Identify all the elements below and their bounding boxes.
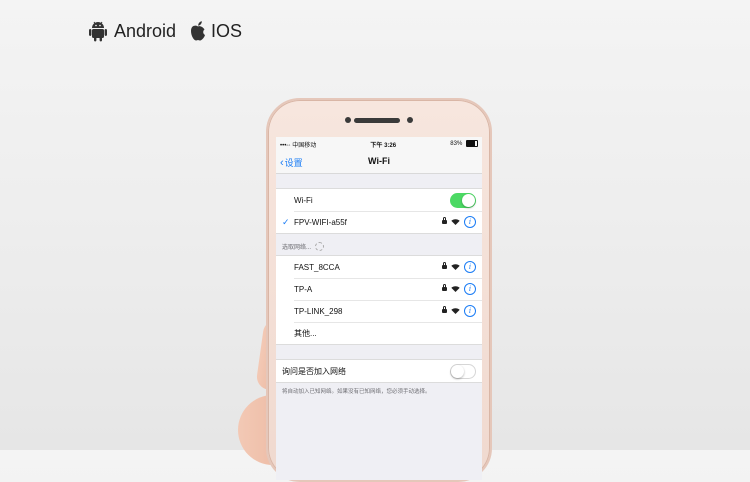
android-item: Android bbox=[88, 20, 176, 42]
wifi-signal-icon bbox=[451, 264, 460, 270]
ask-to-join-label: 询问是否加入网络 bbox=[282, 366, 346, 376]
info-icon[interactable]: i bbox=[464, 283, 476, 295]
choose-network-header: 选取网络... bbox=[276, 234, 482, 255]
android-label: Android bbox=[114, 20, 177, 41]
ask-to-join-group: 询问是否加入网络 bbox=[276, 359, 482, 383]
network-name: TP-LINK_298 bbox=[294, 306, 343, 316]
nav-bar: ‹ 设置 Wi-Fi bbox=[276, 151, 482, 174]
checkmark-icon: ✓ bbox=[282, 216, 290, 227]
ask-to-join-toggle[interactable] bbox=[450, 363, 476, 379]
info-icon[interactable]: i bbox=[464, 305, 476, 317]
front-camera bbox=[345, 117, 351, 123]
connected-network-name: FPV-WIFI-a55f bbox=[294, 217, 347, 227]
wifi-signal-icon bbox=[451, 219, 460, 225]
earpiece-speaker bbox=[354, 118, 400, 123]
ask-to-join-footnote: 将自动加入已知网络。如果没有已知网络，您必须手动选择。 bbox=[282, 389, 431, 395]
network-list: FAST_8CCA i TP-A i TP-LINK_298 i 其他... bbox=[276, 255, 482, 345]
wifi-group: Wi-Fi ✓ FPV-WIFI-a55f i bbox=[276, 188, 482, 234]
network-name: FAST_8CCA bbox=[294, 262, 340, 272]
carrier-signal: •••◦◦ 中国移动 bbox=[280, 142, 317, 149]
loading-spinner-icon bbox=[315, 242, 325, 251]
proximity-sensor bbox=[407, 117, 413, 123]
info-icon[interactable]: i bbox=[464, 216, 476, 228]
platform-labels: Android IOS bbox=[88, 20, 254, 42]
ios-label: IOS bbox=[211, 20, 243, 41]
wifi-toggle-row: Wi-Fi bbox=[276, 189, 482, 211]
ios-item: IOS bbox=[188, 20, 242, 42]
network-row[interactable]: TP-A i bbox=[276, 278, 482, 300]
phone-screen: •••◦◦ 中国移动 下午 3:26 83% ‹ 设置 Wi-Fi Wi-Fi … bbox=[276, 137, 482, 480]
choose-network-label: 选取网络... bbox=[282, 245, 312, 251]
network-row[interactable]: TP-LINK_298 i bbox=[276, 300, 482, 322]
info-icon[interactable]: i bbox=[464, 261, 476, 273]
connected-network-row[interactable]: ✓ FPV-WIFI-a55f i bbox=[276, 211, 482, 233]
android-robot-icon bbox=[89, 21, 107, 42]
wifi-toggle[interactable] bbox=[450, 192, 476, 208]
apple-icon bbox=[191, 21, 206, 41]
wifi-signal-icon bbox=[451, 308, 460, 314]
page-title: Wi-Fi bbox=[368, 156, 390, 166]
lock-icon bbox=[442, 284, 447, 291]
wifi-signal-icon bbox=[451, 286, 460, 292]
network-name: TP-A bbox=[294, 284, 313, 294]
battery-indicator: 83% bbox=[450, 140, 478, 148]
lock-icon bbox=[442, 217, 447, 224]
network-row[interactable]: FAST_8CCA i bbox=[276, 256, 482, 278]
lock-icon bbox=[442, 306, 447, 313]
other-network-label: 其他... bbox=[294, 328, 317, 338]
wifi-toggle-label: Wi-Fi bbox=[294, 195, 313, 205]
status-time: 下午 3:26 bbox=[370, 142, 397, 149]
toggle-knob bbox=[462, 193, 475, 207]
ask-to-join-row: 询问是否加入网络 bbox=[276, 360, 482, 382]
battery-percent: 83% bbox=[450, 141, 463, 148]
status-bar: •••◦◦ 中国移动 下午 3:26 83% bbox=[276, 137, 482, 151]
toggle-knob bbox=[451, 364, 464, 378]
phone-device: •••◦◦ 中国移动 下午 3:26 83% ‹ 设置 Wi-Fi Wi-Fi … bbox=[266, 98, 492, 482]
battery-icon bbox=[465, 140, 478, 148]
lock-icon bbox=[442, 262, 447, 269]
other-network-row[interactable]: 其他... bbox=[276, 322, 482, 344]
